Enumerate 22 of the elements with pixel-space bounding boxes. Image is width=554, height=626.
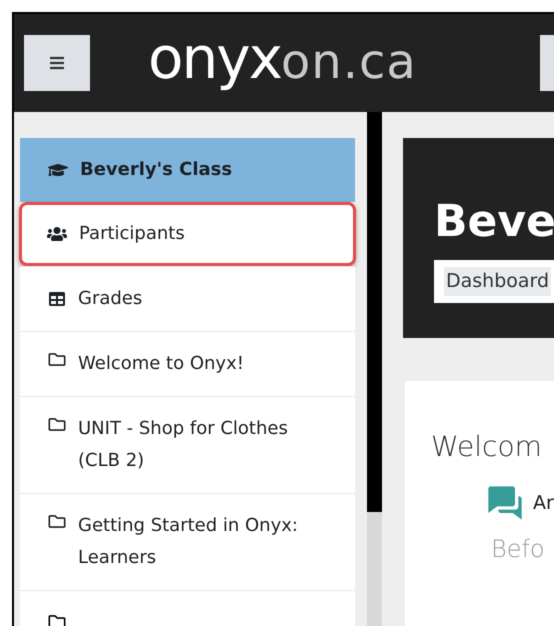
folder-icon [48, 613, 66, 626]
forum-link[interactable]: Ar [533, 488, 554, 518]
subheading: Befo [490, 534, 546, 565]
sidebar-item[interactable]: UNIT - Shop for Clothes (CLB 2) [20, 396, 355, 493]
page-title: Beve [434, 200, 554, 244]
menu-icon [49, 55, 65, 71]
sidebar-item[interactable]: Grades [20, 266, 355, 331]
folder-icon [48, 416, 66, 433]
folder-icon [48, 513, 66, 530]
sidebar-item[interactable] [20, 590, 355, 626]
users-icon [47, 225, 67, 243]
sidebar-item[interactable]: Beverly's Class [20, 138, 355, 202]
menu-button[interactable] [24, 35, 90, 91]
welcome-heading: Welcom [431, 433, 543, 461]
folder-icon [48, 351, 66, 368]
table-icon [48, 291, 66, 307]
scrollbar-thumb[interactable] [367, 112, 382, 512]
breadcrumb-link[interactable]: Dashboard [444, 267, 552, 296]
sidebar-item[interactable]: Welcome to Onyx! [20, 331, 355, 396]
header-button[interactable] [540, 35, 554, 91]
sidebar-item[interactable]: Getting Started in Onyx: Learners [20, 493, 355, 590]
sidebar-item[interactable]: Participants [19, 202, 356, 266]
